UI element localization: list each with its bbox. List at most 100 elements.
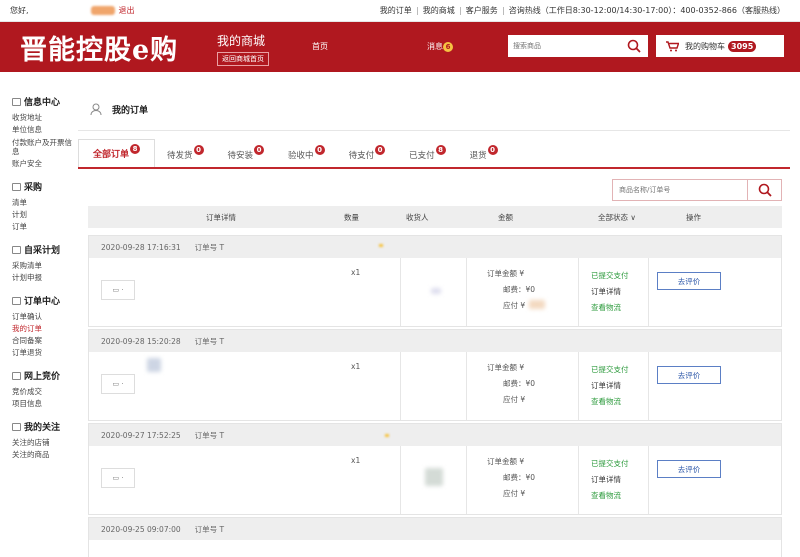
- order-total: 订单金额 ¥: [487, 457, 525, 466]
- product-thumbnail[interactable]: ▭ ·: [101, 468, 135, 488]
- tab-paid[interactable]: 已支付 8: [397, 143, 458, 167]
- order-card: 2020-09-27 17:52:25 订单号 T ▭ · x1 订单金额 ¥ …: [88, 423, 782, 515]
- order-center-icon: [12, 296, 21, 305]
- order-detail-link[interactable]: 订单详情: [591, 286, 621, 297]
- greeting-text: 您好,: [10, 6, 29, 15]
- order-product-cell: ▭ · x1: [89, 352, 401, 420]
- sidebar-item-address[interactable]: 收货地址: [12, 112, 78, 124]
- tab-count-badge: 0: [193, 145, 204, 155]
- product-thumbnail[interactable]: ▭ ·: [101, 280, 135, 300]
- review-button[interactable]: 去评价: [657, 460, 721, 478]
- tab-label: 验收中: [288, 151, 314, 161]
- order-quantity: x1: [351, 268, 361, 277]
- receiver-redacted: [425, 468, 443, 486]
- order-search-input[interactable]: [613, 180, 747, 200]
- order-card: 2020-09-25 09:07:00 订单号 T: [88, 517, 782, 557]
- order-quantity: x1: [351, 362, 361, 371]
- order-payable: 应付 ¥: [503, 395, 526, 404]
- search-button[interactable]: [621, 36, 647, 56]
- order-header: 2020-09-28 15:20:28 订单号 T: [89, 330, 781, 352]
- tab-pending-install[interactable]: 待安装 0: [216, 143, 277, 167]
- site-header: 晋能控股e购 我的商城 返回商城首页 首页 消息6 我的购物车 3095: [0, 22, 800, 72]
- amount-redacted: [529, 300, 545, 309]
- sidebar-item-purchase-list[interactable]: 采购清单: [12, 260, 78, 272]
- cart-label: 我的购物车: [685, 41, 725, 51]
- sidebar-item-my-orders[interactable]: 我的订单: [12, 323, 78, 335]
- order-search-button[interactable]: [747, 180, 781, 200]
- search-icon: [627, 39, 641, 53]
- sidebar-group-title: 自采计划: [24, 246, 61, 256]
- tab-inspecting[interactable]: 验收中 0: [276, 143, 337, 167]
- sidebar-item-followed-products[interactable]: 关注的商品: [12, 449, 78, 461]
- col-actions: 操作: [686, 213, 701, 222]
- order-body: ▭ · x1 订单金额 ¥ 邮费：¥0 应付 ¥ 已提交支付 订单详情 查看物流…: [89, 446, 781, 514]
- tab-returns[interactable]: 退货 0: [458, 143, 510, 167]
- view-logistics-link[interactable]: 查看物流: [591, 302, 621, 313]
- redaction-mark: [385, 434, 389, 437]
- sidebar-item-order-return[interactable]: 订单退货: [12, 347, 78, 359]
- product-thumbnail[interactable]: ▭ ·: [101, 374, 135, 394]
- product-search-input[interactable]: [509, 36, 619, 56]
- sidebar-item-account-security[interactable]: 账户安全: [12, 158, 78, 170]
- order-number: 订单号 T: [194, 524, 225, 534]
- tab-pending-ship[interactable]: 待发货 0: [155, 143, 216, 167]
- order-total: 订单金额 ¥: [487, 363, 525, 372]
- logout-link[interactable]: 退出: [119, 5, 135, 16]
- col-amount: 金额: [498, 213, 513, 222]
- sidebar-group-title: 我的关注: [24, 423, 61, 433]
- nav-home-link[interactable]: 首页: [312, 41, 328, 52]
- review-button[interactable]: 去评价: [657, 366, 721, 384]
- order-tabs: 全部订单 8 待发货 0 待安装 0 验收中 0 待支付 0 已支付 8 退货 0: [78, 137, 790, 169]
- sidebar-item-project-info[interactable]: 项目信息: [12, 398, 78, 410]
- sidebar-item-bid-deals[interactable]: 竞价成交: [12, 386, 78, 398]
- sidebar-group-purchase: 采购 清单 计划 订单: [12, 180, 78, 233]
- order-number: 订单号 T: [194, 242, 225, 252]
- order-status-cell: 已提交支付 订单详情 查看物流: [579, 352, 649, 420]
- sidebar-item-followed-shops[interactable]: 关注的店铺: [12, 437, 78, 449]
- sidebar-item-plan-declare[interactable]: 计划申报: [12, 272, 78, 284]
- order-card: 2020-09-28 15:20:28 订单号 T ▭ · x1 订单金额 ¥ …: [88, 329, 782, 421]
- sidebar: 信息中心 收货地址 单位信息 付款账户及开票信息 账户安全 采购 清单 计划 订…: [0, 89, 78, 547]
- order-header: 2020-09-25 09:07:00 订单号 T: [89, 518, 781, 540]
- back-home-button[interactable]: 返回商城首页: [217, 52, 269, 66]
- sidebar-item-plan[interactable]: 计划: [12, 209, 78, 221]
- review-button[interactable]: 去评价: [657, 272, 721, 290]
- cart-button[interactable]: 我的购物车 3095: [656, 35, 784, 57]
- my-orders-link[interactable]: 我的订单: [375, 7, 417, 15]
- sidebar-item-contract[interactable]: 合同备案: [12, 335, 78, 347]
- sidebar-item-unit-info[interactable]: 单位信息: [12, 124, 78, 136]
- sidebar-item-order-confirm[interactable]: 订单确认: [12, 311, 78, 323]
- order-detail-link[interactable]: 订单详情: [591, 474, 621, 485]
- order-receiver-cell: [401, 446, 467, 514]
- tab-label: 退货: [469, 151, 487, 161]
- col-status-filter[interactable]: 全部状态 ∨: [598, 212, 636, 223]
- purchase-icon: [12, 182, 21, 191]
- tab-pending-pay[interactable]: 待支付 0: [337, 143, 398, 167]
- sidebar-item-order[interactable]: 订单: [12, 221, 78, 233]
- order-card: 2020-09-28 17:16:31 订单号 T ▭ · x1 订单金额 ¥ …: [88, 235, 782, 327]
- order-action-cell: 去评价: [649, 352, 781, 420]
- info-center-icon: [12, 97, 21, 106]
- customer-service-link[interactable]: 客户服务: [459, 7, 503, 15]
- tab-count-badge: 0: [314, 145, 325, 155]
- bidding-icon: [12, 371, 21, 380]
- my-mall-link[interactable]: 我的商城: [416, 7, 460, 15]
- message-count-badge: 6: [443, 42, 453, 52]
- view-logistics-link[interactable]: 查看物流: [591, 396, 621, 407]
- page-title: 我的订单: [112, 106, 149, 116]
- tab-count-badge: 8: [130, 143, 141, 154]
- tab-all-orders[interactable]: 全部订单 8: [78, 139, 156, 167]
- follow-icon: [12, 422, 21, 431]
- sidebar-item-payment-account[interactable]: 付款账户及开票信息: [12, 138, 78, 156]
- breadcrumb: 我的订单: [78, 89, 790, 131]
- hotline-text: 咨询热线（工作日8:30-12:00/14:30-17:00）：400-0352…: [502, 7, 790, 15]
- order-total: 订单金额 ¥: [487, 269, 525, 278]
- nav-message-link[interactable]: 消息 6: [427, 41, 453, 52]
- sidebar-group-info: 信息中心 收货地址 单位信息 付款账户及开票信息 账户安全: [12, 95, 78, 170]
- view-logistics-link[interactable]: 查看物流: [591, 490, 621, 501]
- site-logo[interactable]: 晋能控股e购: [20, 28, 178, 67]
- sidebar-item-list[interactable]: 清单: [12, 197, 78, 209]
- order-time: 2020-09-27 17:52:25: [101, 430, 181, 440]
- receiver-redacted: [431, 288, 441, 294]
- order-detail-link[interactable]: 订单详情: [591, 380, 621, 391]
